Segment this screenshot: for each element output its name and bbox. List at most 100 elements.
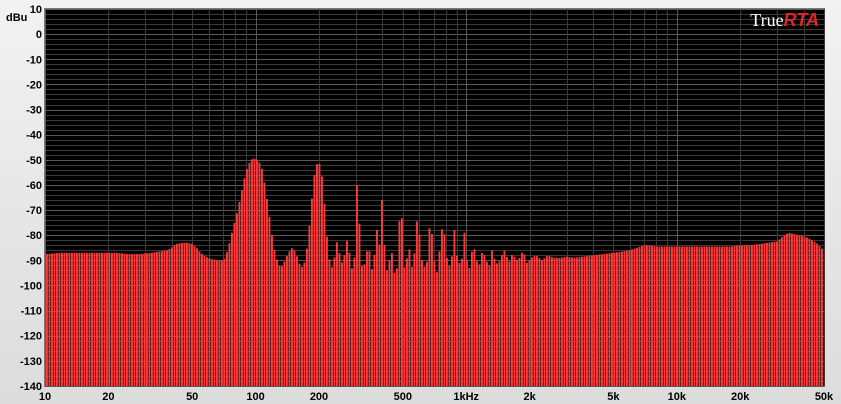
spectrum-bar: [396, 268, 398, 386]
spectrum-bar: [533, 256, 536, 386]
spectrum-bar: [531, 257, 533, 386]
spectrum-bar: [383, 245, 386, 386]
spectrum-bar: [108, 252, 111, 386]
spectrum-bar: [91, 252, 93, 386]
spectrum-bar: [141, 253, 143, 386]
spectrum-bar: [731, 246, 733, 386]
spectrum-bar: [113, 252, 116, 386]
spectrum-bar: [358, 223, 361, 386]
x-tick-label: 1kHz: [453, 391, 479, 403]
spectrum-bar: [393, 272, 396, 386]
spectrum-bar: [783, 235, 786, 386]
spectrum-bar: [718, 246, 721, 386]
spectrum-bar: [548, 256, 551, 386]
spectrum-bar: [226, 252, 228, 386]
spectrum-bar: [631, 249, 633, 386]
x-tick-label: 10: [39, 391, 51, 403]
spectrum-bar: [236, 213, 238, 386]
spectrum-bar: [788, 232, 791, 386]
spectrum-bar: [231, 232, 233, 386]
spectrum-bar: [268, 216, 271, 386]
spectrum-bar: [93, 252, 96, 386]
spectrum-bar: [756, 244, 758, 386]
spectrum-bar: [633, 248, 636, 386]
spectrum-bar: [683, 246, 686, 386]
y-tick-label: -20: [26, 79, 42, 91]
spectrum-bar: [471, 251, 473, 386]
spectrum-bar: [151, 252, 153, 386]
x-tick-label: 500: [394, 391, 412, 403]
y-tick-label: -130: [20, 356, 42, 368]
spectrum-bar: [273, 249, 276, 386]
spectrum-bar: [751, 244, 753, 386]
y-tick-label: -60: [26, 180, 42, 192]
spectrum-bar: [486, 261, 488, 386]
spectrum-bar: [366, 251, 368, 386]
spectrum-bar: [133, 254, 136, 386]
spectrum-bar: [776, 241, 778, 386]
spectrum-bar: [401, 218, 403, 386]
spectrum-bar: [663, 246, 666, 386]
spectrum-bar: [61, 252, 63, 386]
spectrum-bar: [561, 257, 563, 386]
spectrum-bar: [413, 253, 416, 386]
spectrum-bar: [796, 234, 798, 386]
spectrum-bar: [176, 243, 178, 386]
spectrum-bar: [286, 256, 288, 386]
spectrum-bar: [386, 270, 388, 386]
spectrum-bar: [678, 246, 681, 386]
spectrum-bar: [428, 228, 431, 386]
spectrum-bar: [256, 159, 258, 386]
spectrum-bar: [768, 242, 771, 386]
spectrum-bar: [208, 258, 211, 386]
spectrum-bar: [243, 178, 246, 386]
spectrum-bar: [753, 244, 756, 386]
spectrum-bar: [288, 251, 291, 386]
spectrum-bar: [661, 246, 663, 386]
y-tick-label: -110: [21, 306, 42, 318]
spectrum-bar: [761, 243, 763, 386]
spectrum-bar: [181, 242, 183, 386]
spectrum-bar: [308, 225, 311, 386]
spectrum-bar: [66, 252, 68, 386]
spectrum-bar: [651, 245, 653, 386]
spectrum-bar: [501, 254, 503, 386]
spectrum-bar: [738, 245, 741, 386]
spectrum-bar: [483, 255, 486, 386]
spectrum-bar: [191, 244, 193, 386]
spectrum-bar: [88, 252, 91, 386]
spectrum-bar: [126, 253, 128, 386]
spectrum-bar: [86, 252, 88, 386]
spectrum-bar: [503, 250, 506, 386]
x-tick-label: 20: [102, 391, 114, 403]
spectrum-bar: [478, 264, 481, 386]
spectrum-bar: [193, 245, 196, 386]
spectrum-bar: [283, 261, 286, 386]
spectrum-bar: [611, 252, 613, 386]
spectrum-bar: [271, 235, 273, 386]
spectrum-bar: [58, 252, 61, 386]
spectrum-bar: [541, 260, 543, 386]
spectrum-bar: [693, 246, 696, 386]
y-tick-label: -50: [26, 155, 42, 167]
spectrum-bar: [323, 204, 326, 386]
spectrum-bar: [211, 259, 213, 386]
spectrum-bar: [371, 269, 373, 386]
spectrum-bar: [816, 243, 818, 386]
logo-text-true: True: [750, 10, 784, 30]
spectrum-bar: [158, 251, 161, 386]
spectrum-bar: [543, 258, 546, 386]
spectrum-bar: [373, 254, 376, 386]
spectrum-bar: [121, 253, 123, 386]
spectrum-bar: [671, 246, 673, 386]
spectrum-bar: [728, 246, 731, 386]
spectrum-bar: [538, 258, 541, 386]
spectrum-bar: [116, 252, 118, 386]
spectrum-bar: [398, 221, 401, 386]
spectrum-bar: [506, 256, 508, 386]
spectrum-bar: [338, 253, 341, 386]
spectrum-bar: [518, 257, 521, 386]
spectrum-bar: [406, 258, 408, 386]
spectrum-bar: [576, 257, 578, 386]
spectrum-bar: [636, 247, 638, 386]
